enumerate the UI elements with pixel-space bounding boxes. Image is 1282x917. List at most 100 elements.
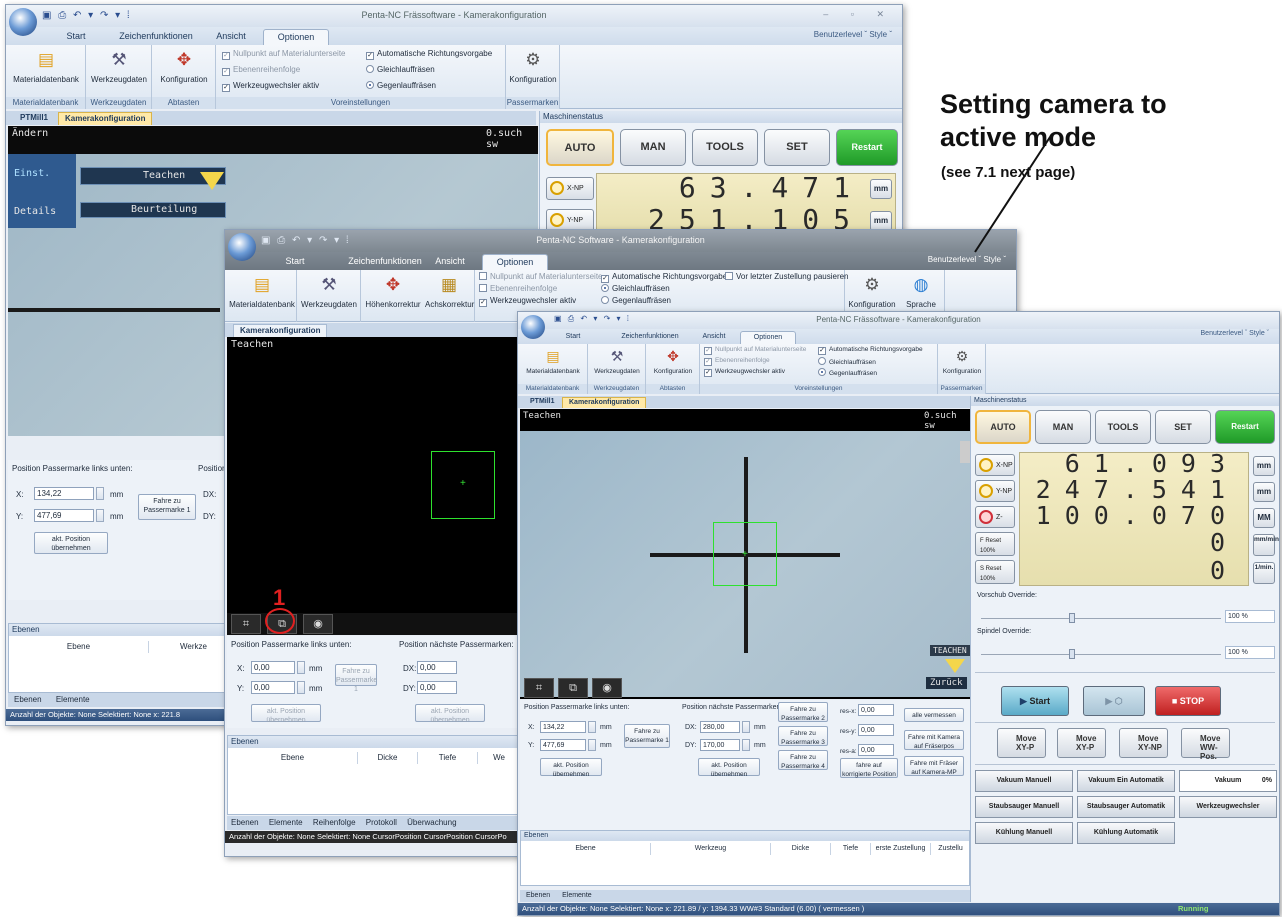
col-zustellung[interactable]: Zustellu — [931, 843, 971, 855]
option-gegenlauf[interactable]: Gegenlauffräsen — [366, 81, 436, 90]
tab-ansicht[interactable]: Ansicht — [425, 254, 475, 270]
bottom-tab-elemente[interactable]: Elemente — [269, 818, 303, 827]
drive-to-passermark-1-button[interactable]: Fahre zu Passermarke 1 — [624, 724, 670, 748]
materialdatenbank-button[interactable]: ▤ Materialdatenbank — [520, 348, 586, 375]
take-position-button[interactable]: akt. Position übernehmen — [251, 704, 321, 724]
y-spinner[interactable] — [96, 509, 104, 522]
quick-access-toolbar[interactable]: ▣ ⎙ ↶ ▾ ↷ ▾ ⁞ — [261, 235, 351, 246]
col-ebene[interactable]: Ebene — [521, 843, 651, 855]
feed-override-value[interactable]: 100 % — [1225, 610, 1275, 623]
tool-changer-button[interactable]: Werkzeugwechsler — [1179, 796, 1277, 818]
materialdatenbank-button[interactable]: ▤ Materialdatenbank — [227, 274, 297, 309]
simulate-button[interactable]: ▶ ⬡ — [1083, 686, 1145, 716]
move-ww-pos-button[interactable]: Move WW-Pos. — [1181, 728, 1230, 761]
spindle-unit[interactable]: 1/min. — [1253, 562, 1275, 584]
quick-access-toolbar[interactable]: ▣ ⎙ ↶ ▾ ↷ ▾ ⁞ — [554, 314, 631, 324]
camera-view[interactable]: Teachen 0.such sw + TEACHEN Zurück — [520, 409, 970, 699]
werkzeugdaten-button[interactable]: ⚒ Werkzeugdaten — [88, 49, 150, 84]
y-input[interactable]: 0,00 — [251, 681, 295, 694]
window-controls[interactable]: – ▫ ✕ — [823, 9, 894, 20]
menu-item-beurteilung[interactable]: Beurteilung — [80, 202, 226, 218]
move-xy-np-button[interactable]: Move XY-NP — [1119, 728, 1168, 758]
drive-to-passermark-3-button[interactable]: Fahre zu Passermarke 3 — [778, 726, 828, 746]
app-menu-orb[interactable] — [9, 8, 37, 36]
y-input[interactable]: 477,69 — [34, 509, 94, 522]
move-xy-p-button-2[interactable]: Move XY-P — [1057, 728, 1106, 758]
auto-button[interactable]: AUTO — [975, 410, 1031, 444]
dust-extractor-auto-button[interactable]: Staubsauger Automatik — [1077, 796, 1175, 818]
x-spinner[interactable] — [588, 721, 596, 733]
axis-y-unit[interactable]: mm — [870, 211, 892, 231]
spindle-override-slider[interactable] — [981, 654, 1221, 655]
feed-unit[interactable]: mm/min. — [1253, 534, 1279, 556]
col-dicke[interactable]: Dicke — [771, 843, 831, 855]
move-xy-p-button-1[interactable]: Move XY-P — [997, 728, 1046, 758]
option-pause[interactable]: Vor letzter Zustellung pausieren — [725, 272, 849, 281]
tab-zeichenfunktionen[interactable]: Zeichenfunktionen — [111, 29, 201, 45]
res-y-input[interactable]: 0,00 — [858, 724, 894, 736]
x-input[interactable]: 134,22 — [34, 487, 94, 500]
mill-to-camera-mp-button[interactable]: Fahre mit Fräser auf Kamera-MP — [904, 756, 964, 776]
take-position-button[interactable]: akt. Position übernehmen — [540, 758, 602, 778]
axis-z-unit[interactable]: MM — [1253, 508, 1275, 528]
x-input[interactable]: 0,00 — [251, 661, 295, 674]
tab-ansicht[interactable]: Ansicht — [694, 331, 734, 344]
app-menu-orb[interactable] — [521, 315, 545, 339]
camera-tool-button[interactable]: ◉ — [592, 678, 622, 698]
option-richtungsvorgabe[interactable]: ✓ Automatische Richtungsvorgabe — [601, 272, 727, 283]
bottom-tab-reihenfolge[interactable]: Reihenfolge — [313, 818, 356, 827]
doc-tab-kamerakonfiguration[interactable]: Kamerakonfiguration — [233, 324, 328, 337]
start-button[interactable]: ▶ Start — [1001, 686, 1069, 716]
axis-z-button[interactable]: Z-Abs. — [975, 506, 1015, 542]
option-nullpunkt[interactable]: Nullpunkt auf Materialunterseite — [479, 272, 603, 281]
col-werkzeug[interactable]: Werkzeug — [651, 843, 771, 855]
camera-to-mill-pos-button[interactable]: Fahre mit Kamera auf Fräserpos — [904, 730, 964, 750]
y-spinner[interactable] — [588, 739, 596, 751]
axis-x-unit[interactable]: mm — [870, 179, 892, 199]
user-level-menu[interactable]: Benutzerlevel ˇ Style ˇ — [814, 30, 892, 39]
col-dicke[interactable]: Dicke — [358, 752, 418, 764]
hoehenkorrektur-button[interactable]: ✥ Höhenkorrektur — [363, 274, 423, 309]
option-gegenlauf[interactable]: Gegenlauffräsen — [818, 368, 877, 377]
quick-access-toolbar[interactable]: ▣ ⎙ ↶ ▾ ↷ ▾ ⁞ — [42, 10, 132, 21]
tab-start[interactable]: Start — [46, 29, 106, 45]
bottom-tab-ebenen[interactable]: Ebenen — [526, 892, 550, 899]
take-position-button[interactable]: akt. Position übernehmen — [34, 532, 108, 554]
option-richtungsvorgabe[interactable]: ✓ Automatische Richtungsvorgabe — [366, 49, 492, 60]
restart-button[interactable]: Restart — [836, 129, 898, 166]
feed-button[interactable]: F Reset 100% — [975, 532, 1015, 556]
option-gleichlauf[interactable]: Gleichlauffräsen — [818, 357, 876, 366]
doc-tab-ptmill1[interactable]: PTMill1 — [524, 397, 561, 408]
option-gegenlauf[interactable]: Gegenlauffräsen — [601, 296, 671, 305]
col-tiefe[interactable]: Tiefe — [831, 843, 871, 855]
drive-to-passermark-button[interactable]: Fahre zu Passermarke 1 — [335, 664, 377, 693]
passermarken-konfiguration-button[interactable]: ⚙ Konfiguration — [506, 49, 560, 84]
tools-button[interactable]: TOOLS — [1095, 410, 1151, 444]
option-gleichlauf[interactable]: Gleichlauffräsen — [601, 284, 670, 293]
axis-x-button[interactable]: X-NP — [975, 454, 1015, 476]
tab-zeichenfunktionen[interactable]: Zeichenfunktionen — [335, 254, 435, 270]
res-x-input[interactable]: 0,00 — [858, 704, 894, 716]
col-tiefe[interactable]: Tiefe — [418, 752, 478, 764]
cooling-auto-button[interactable]: Kühlung Automatik — [1077, 822, 1175, 844]
restart-button[interactable]: Restart — [1215, 410, 1275, 444]
col-we[interactable]: We — [478, 752, 521, 764]
dy-input[interactable]: 0,00 — [417, 681, 457, 694]
konfiguration-button[interactable]: ⚙ Konfiguration — [847, 274, 897, 309]
drive-to-passermark-button[interactable]: Fahre zu Passermarke 1 — [138, 494, 196, 520]
side-tab-details[interactable]: Details — [14, 206, 56, 217]
drive-to-passermark-4-button[interactable]: Fahre zu Passermarke 4 — [778, 750, 828, 770]
option-nullpunkt[interactable]: ✓ Nullpunkt auf Materialunterseite — [704, 346, 806, 355]
set-button[interactable]: SET — [1155, 410, 1211, 444]
materialdatenbank-button[interactable]: ▤ Materialdatenbank — [10, 49, 82, 84]
axis-y-unit[interactable]: mm — [1253, 482, 1275, 502]
camera-view[interactable]: Teachen + — [227, 337, 520, 633]
user-level-menu[interactable]: Benutzerlevel ˇ Style ˇ — [1201, 330, 1269, 337]
man-button[interactable]: MAN — [1035, 410, 1091, 444]
option-werkzeugwechsler[interactable]: ✓ Werkzeugwechsler aktiv — [222, 81, 319, 92]
col-ebene[interactable]: Ebene — [228, 752, 358, 764]
konfiguration-button[interactable]: ✥ Konfiguration — [154, 49, 214, 84]
bottom-tab-ebenen[interactable]: Ebenen — [231, 818, 259, 827]
dust-extractor-manual-button[interactable]: Staubsauger Manuell — [975, 796, 1073, 818]
dx-input[interactable]: 280,00 — [700, 721, 740, 733]
